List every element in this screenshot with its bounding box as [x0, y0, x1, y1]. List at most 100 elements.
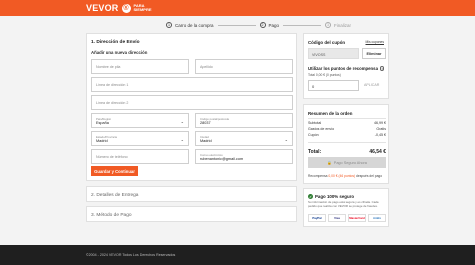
logo-badge-icon: ®: [121, 3, 131, 13]
reward-points-total: Total 0,00 € (0 puntos): [308, 73, 341, 77]
payment-method-section[interactable]: 3. Método de Pago: [86, 206, 297, 222]
reward-suffix: después del pago: [356, 174, 383, 178]
step-connector: [283, 24, 322, 26]
divider: [308, 142, 386, 143]
logo-wordmark: VEVOR: [86, 3, 119, 13]
shipping-cost-row: Gastos de envío Gratis: [308, 127, 386, 131]
save-continue-button[interactable]: Guardar y Continuar: [91, 166, 138, 176]
step-cart-label: Carro de la compra: [175, 22, 214, 28]
secure-payment-title: ✓ Pago 100% seguro: [308, 194, 354, 199]
zip-value: 28037: [200, 121, 211, 125]
reward-note: Recompensa 0,00 € (46 puntos) después de…: [308, 174, 382, 178]
coupon-discount-row: Cupón -0,45 €: [308, 133, 386, 137]
apply-points-button[interactable]: APLICAR: [364, 83, 379, 87]
reward-prefix: Recompensa: [308, 174, 328, 178]
address-line-1-placeholder: Línea de dirección 1: [96, 83, 129, 87]
email-label: Correo electrónico: [200, 152, 223, 157]
step-3-number: 3: [325, 22, 332, 28]
remove-coupon-button[interactable]: Eliminar: [362, 48, 386, 59]
reward-points-label: Utilizar los puntos de recompensa: [308, 66, 378, 71]
chevron-down-icon: ⌄: [180, 119, 184, 124]
country-label: País/Región: [96, 116, 112, 121]
reward-points: 0,00 € (46 puntos): [328, 174, 356, 178]
secure-payment-panel: ✓ Pago 100% seguro Su información de pag…: [303, 188, 389, 227]
step-payment: 2 Pago: [259, 22, 280, 28]
address-line-2-placeholder: Línea de dirección 2: [96, 101, 129, 105]
top-bar: VEVOR ® PARA SIEMPRE: [0, 0, 475, 16]
country-select[interactable]: País/Región España ⌄: [91, 113, 189, 128]
email-field[interactable]: Correo electrónico rubenantonic@gmail.co…: [195, 149, 293, 164]
new-address-subtitle: Añadir una nueva dirección: [91, 50, 148, 55]
last-name-input[interactable]: Apellido: [195, 59, 293, 74]
mastercard-logo: MasterCard: [348, 214, 366, 222]
first-name-input[interactable]: Nombre de pila: [91, 59, 189, 74]
footer-copyright: ©2004 - 2024 VEVOR Todos Los Derechos Re…: [86, 253, 176, 257]
country-value: España: [96, 121, 109, 125]
logo-tagline-2: SIEMPRE: [133, 7, 152, 12]
shipping-address-panel: 1. Dirección de Envío Añadir una nueva d…: [86, 33, 297, 181]
province-value: Madrid: [96, 139, 108, 143]
coupon-input[interactable]: VIVOSS: [308, 48, 359, 59]
last-name-placeholder: Apellido: [200, 65, 213, 69]
step-connector: [217, 24, 256, 26]
email-value: rubenantonic@gmail.com: [200, 157, 244, 161]
visa-logo: Visa: [328, 214, 346, 222]
shipping-cost-value: Gratis: [376, 127, 386, 131]
subtotal-row: Subtotal 46,99 €: [308, 121, 386, 125]
lock-icon: 🔒: [327, 161, 332, 165]
pay-now-label: Pago Seguro Ahora: [333, 160, 367, 165]
pay-now-button[interactable]: 🔒 Pago Seguro Ahora: [308, 157, 386, 168]
address-line-2-input[interactable]: Línea de dirección 2: [91, 95, 293, 110]
shipping-title: 1. Dirección de Envío: [91, 40, 140, 45]
zip-input[interactable]: Código postal/postcode 28037: [195, 113, 293, 128]
logo-tagline: PARA SIEMPRE: [133, 3, 152, 13]
my-coupons-link[interactable]: Mis cupones: [365, 40, 384, 44]
reward-points-input[interactable]: 0: [308, 80, 359, 91]
amex-logo: AmEx: [368, 214, 386, 222]
province-label: Estado/Provincia: [96, 134, 117, 139]
divider: [308, 118, 386, 119]
order-summary-title: Resumen de la orden: [308, 111, 353, 116]
subtotal-value: 46,99 €: [374, 121, 386, 125]
checkout-steps: 1 Carro de la compra 2 Pago 3 Finalizar: [166, 22, 351, 28]
total-row: Total: 46,54 €: [308, 149, 386, 155]
step-2-number: 2: [259, 22, 266, 28]
paypal-logo: PayPal: [308, 214, 326, 222]
total-label: Total:: [308, 149, 322, 155]
province-select[interactable]: Estado/Provincia Madrid ⌄: [91, 131, 189, 146]
city-select[interactable]: Ciudad Madrid ⌄: [195, 131, 293, 146]
coupon-discount-value: -0,45 €: [374, 133, 386, 137]
coupon-title: Código del cupón: [308, 40, 346, 45]
vevor-logo[interactable]: VEVOR ® PARA SIEMPRE: [86, 3, 152, 13]
payment-method-title: 3. Método de Pago: [91, 212, 132, 218]
secure-payment-text: Su información de pago está segura y es …: [308, 200, 379, 208]
payment-logos: PayPal Visa MasterCard AmEx: [308, 214, 386, 222]
secure-payment-label: Pago 100% seguro: [315, 194, 355, 199]
delivery-details-title: 2. Detalles de Entrega: [91, 192, 139, 198]
coupon-panel: Código del cupón Mis cupones VIVOSS Elim…: [303, 33, 389, 99]
footer: ©2004 - 2024 VEVOR Todos Los Derechos Re…: [0, 245, 475, 265]
phone-placeholder: Número de teléfono: [96, 155, 128, 159]
phone-input[interactable]: Número de teléfono: [91, 149, 189, 164]
first-name-placeholder: Nombre de pila: [96, 65, 121, 69]
info-icon[interactable]: ?: [379, 66, 385, 71]
step-finish-label: Finalizar: [334, 22, 352, 28]
step-1-number: 1: [166, 22, 172, 28]
subtotal-label: Subtotal: [308, 121, 322, 125]
order-summary-panel: Resumen de la orden Subtotal 46,99 € Gas…: [303, 104, 389, 184]
address-line-1-input[interactable]: Línea de dirección 1: [91, 77, 293, 92]
city-value: Madrid: [200, 139, 212, 143]
reward-points-title: Utilizar los puntos de recompensa ?: [308, 66, 385, 71]
delivery-details-section[interactable]: 2. Detalles de Entrega: [86, 186, 297, 202]
step-payment-label: Pago: [268, 22, 280, 28]
step-cart[interactable]: 1 Carro de la compra: [166, 22, 214, 28]
shipping-cost-label: Gastos de envío: [308, 127, 335, 131]
total-value: 46,54 €: [369, 149, 386, 155]
zip-label: Código postal/postcode: [200, 116, 230, 121]
chevron-down-icon: ⌄: [284, 137, 288, 142]
city-label: Ciudad: [200, 134, 209, 139]
step-finish: 3 Finalizar: [325, 22, 351, 28]
chevron-down-icon: ⌄: [180, 137, 184, 142]
coupon-discount-label: Cupón: [308, 133, 319, 137]
shield-check-icon: ✓: [308, 194, 313, 199]
